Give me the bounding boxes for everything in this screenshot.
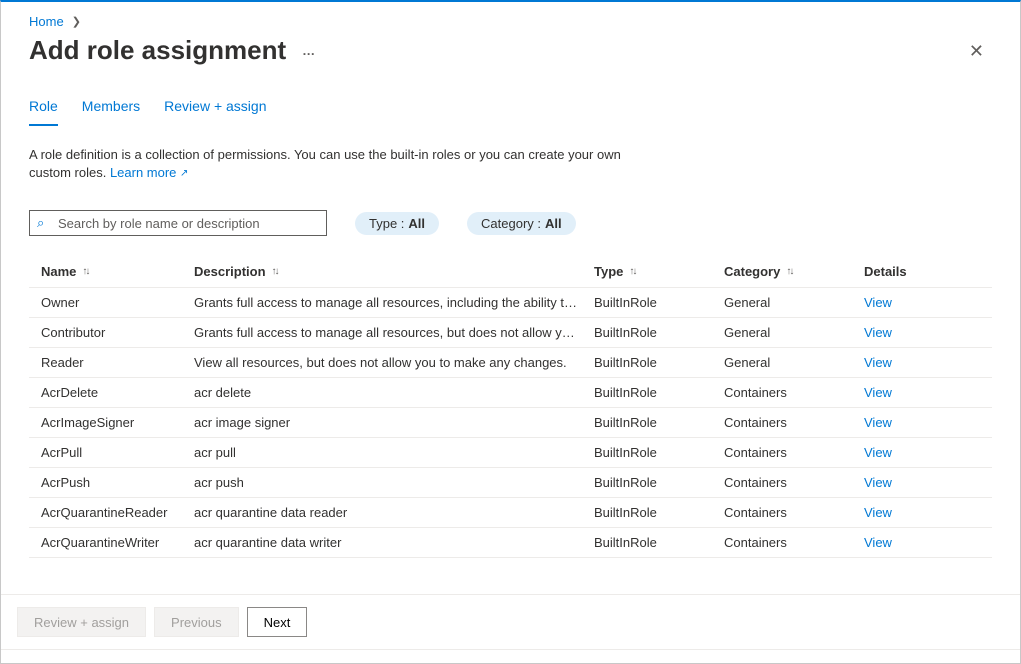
- search-input[interactable]: [29, 210, 327, 236]
- cell-type: BuiltInRole: [594, 355, 724, 370]
- cell-type: BuiltInRole: [594, 505, 724, 520]
- next-button[interactable]: Next: [247, 607, 308, 637]
- table-row[interactable]: AcrQuarantineReaderacr quarantine data r…: [29, 498, 992, 528]
- more-actions-icon[interactable]: …: [302, 43, 316, 58]
- external-link-icon: ↗: [180, 168, 188, 179]
- table-row[interactable]: ContributorGrants full access to manage …: [29, 318, 992, 348]
- filter-category-label: Category :: [481, 216, 541, 231]
- cell-category: Containers: [724, 475, 864, 490]
- cell-category: Containers: [724, 535, 864, 550]
- cell-type: BuiltInRole: [594, 535, 724, 550]
- table-row[interactable]: ReaderView all resources, but does not a…: [29, 348, 992, 378]
- tab-role[interactable]: Role: [29, 98, 58, 126]
- table-row[interactable]: AcrPullacr pullBuiltInRoleContainersView: [29, 438, 992, 468]
- tabs: Role Members Review + assign: [29, 98, 992, 126]
- cell-category: Containers: [724, 445, 864, 460]
- column-header-description-label: Description: [194, 264, 266, 279]
- sort-icon: ↑↓: [82, 266, 88, 277]
- learn-more-label: Learn more: [110, 165, 176, 180]
- page-description: A role definition is a collection of per…: [29, 146, 659, 182]
- breadcrumb-home[interactable]: Home: [29, 14, 64, 29]
- cell-description: acr push: [194, 475, 594, 490]
- sort-icon: ↑↓: [272, 266, 278, 277]
- column-header-name[interactable]: Name ↑↓: [29, 264, 194, 279]
- filter-type-label: Type :: [369, 216, 404, 231]
- sort-icon: ↑↓: [786, 266, 792, 277]
- cell-name: Reader: [29, 355, 194, 370]
- cell-type: BuiltInRole: [594, 475, 724, 490]
- table-row[interactable]: AcrPushacr pushBuiltInRoleContainersView: [29, 468, 992, 498]
- view-details-link[interactable]: View: [864, 295, 892, 310]
- filter-category-value: All: [545, 216, 562, 231]
- previous-button: Previous: [154, 607, 239, 637]
- view-details-link[interactable]: View: [864, 385, 892, 400]
- cell-type: BuiltInRole: [594, 325, 724, 340]
- view-details-link[interactable]: View: [864, 445, 892, 460]
- chevron-right-icon: ❯: [72, 15, 81, 28]
- column-header-details: Details: [864, 264, 992, 279]
- horizontal-scrollbar[interactable]: [1, 649, 1020, 663]
- cell-type: BuiltInRole: [594, 445, 724, 460]
- close-icon: ✕: [969, 41, 984, 61]
- footer: Review + assign Previous Next: [1, 594, 1020, 649]
- close-button[interactable]: ✕: [961, 38, 992, 64]
- filter-type-value: All: [408, 216, 425, 231]
- cell-name: Contributor: [29, 325, 194, 340]
- cell-description: acr image signer: [194, 415, 594, 430]
- cell-name: AcrQuarantineWriter: [29, 535, 194, 550]
- cell-description: acr pull: [194, 445, 594, 460]
- cell-category: General: [724, 325, 864, 340]
- view-details-link[interactable]: View: [864, 355, 892, 370]
- cell-description: Grants full access to manage all resourc…: [194, 295, 594, 310]
- cell-name: AcrDelete: [29, 385, 194, 400]
- table-row[interactable]: OwnerGrants full access to manage all re…: [29, 288, 992, 318]
- cell-name: AcrPush: [29, 475, 194, 490]
- view-details-link[interactable]: View: [864, 535, 892, 550]
- page-title: Add role assignment: [29, 35, 286, 66]
- column-header-name-label: Name: [41, 264, 76, 279]
- learn-more-link[interactable]: Learn more ↗: [110, 165, 189, 180]
- table-row[interactable]: AcrQuarantineWriteracr quarantine data w…: [29, 528, 992, 558]
- cell-type: BuiltInRole: [594, 295, 724, 310]
- cell-description: View all resources, but does not allow y…: [194, 355, 594, 370]
- column-header-category[interactable]: Category ↑↓: [724, 264, 864, 279]
- cell-description: acr quarantine data reader: [194, 505, 594, 520]
- review-assign-button: Review + assign: [17, 607, 146, 637]
- cell-description: acr quarantine data writer: [194, 535, 594, 550]
- column-header-category-label: Category: [724, 264, 780, 279]
- cell-name: AcrImageSigner: [29, 415, 194, 430]
- cell-name: AcrQuarantineReader: [29, 505, 194, 520]
- column-header-type-label: Type: [594, 264, 623, 279]
- column-header-type[interactable]: Type ↑↓: [594, 264, 724, 279]
- cell-name: AcrPull: [29, 445, 194, 460]
- tab-members[interactable]: Members: [82, 98, 140, 126]
- cell-description: acr delete: [194, 385, 594, 400]
- view-details-link[interactable]: View: [864, 505, 892, 520]
- search-box: ⌕: [29, 210, 327, 236]
- view-details-link[interactable]: View: [864, 475, 892, 490]
- cell-category: Containers: [724, 505, 864, 520]
- table-header-row: Name ↑↓ Description ↑↓ Type ↑↓ Category …: [29, 256, 992, 288]
- table-row[interactable]: AcrImageSigneracr image signerBuiltInRol…: [29, 408, 992, 438]
- view-details-link[interactable]: View: [864, 415, 892, 430]
- cell-category: Containers: [724, 415, 864, 430]
- table-row[interactable]: AcrDeleteacr deleteBuiltInRoleContainers…: [29, 378, 992, 408]
- view-details-link[interactable]: View: [864, 325, 892, 340]
- cell-category: Containers: [724, 385, 864, 400]
- breadcrumb: Home ❯: [29, 14, 992, 29]
- column-header-details-label: Details: [864, 264, 907, 279]
- roles-table: Name ↑↓ Description ↑↓ Type ↑↓ Category …: [29, 256, 992, 558]
- cell-description: Grants full access to manage all resourc…: [194, 325, 594, 340]
- cell-name: Owner: [29, 295, 194, 310]
- tab-review-assign[interactable]: Review + assign: [164, 98, 266, 126]
- cell-category: General: [724, 355, 864, 370]
- filter-type[interactable]: Type : All: [355, 212, 439, 235]
- column-header-description[interactable]: Description ↑↓: [194, 264, 594, 279]
- filter-category[interactable]: Category : All: [467, 212, 576, 235]
- cell-type: BuiltInRole: [594, 385, 724, 400]
- sort-icon: ↑↓: [629, 266, 635, 277]
- cell-category: General: [724, 295, 864, 310]
- cell-type: BuiltInRole: [594, 415, 724, 430]
